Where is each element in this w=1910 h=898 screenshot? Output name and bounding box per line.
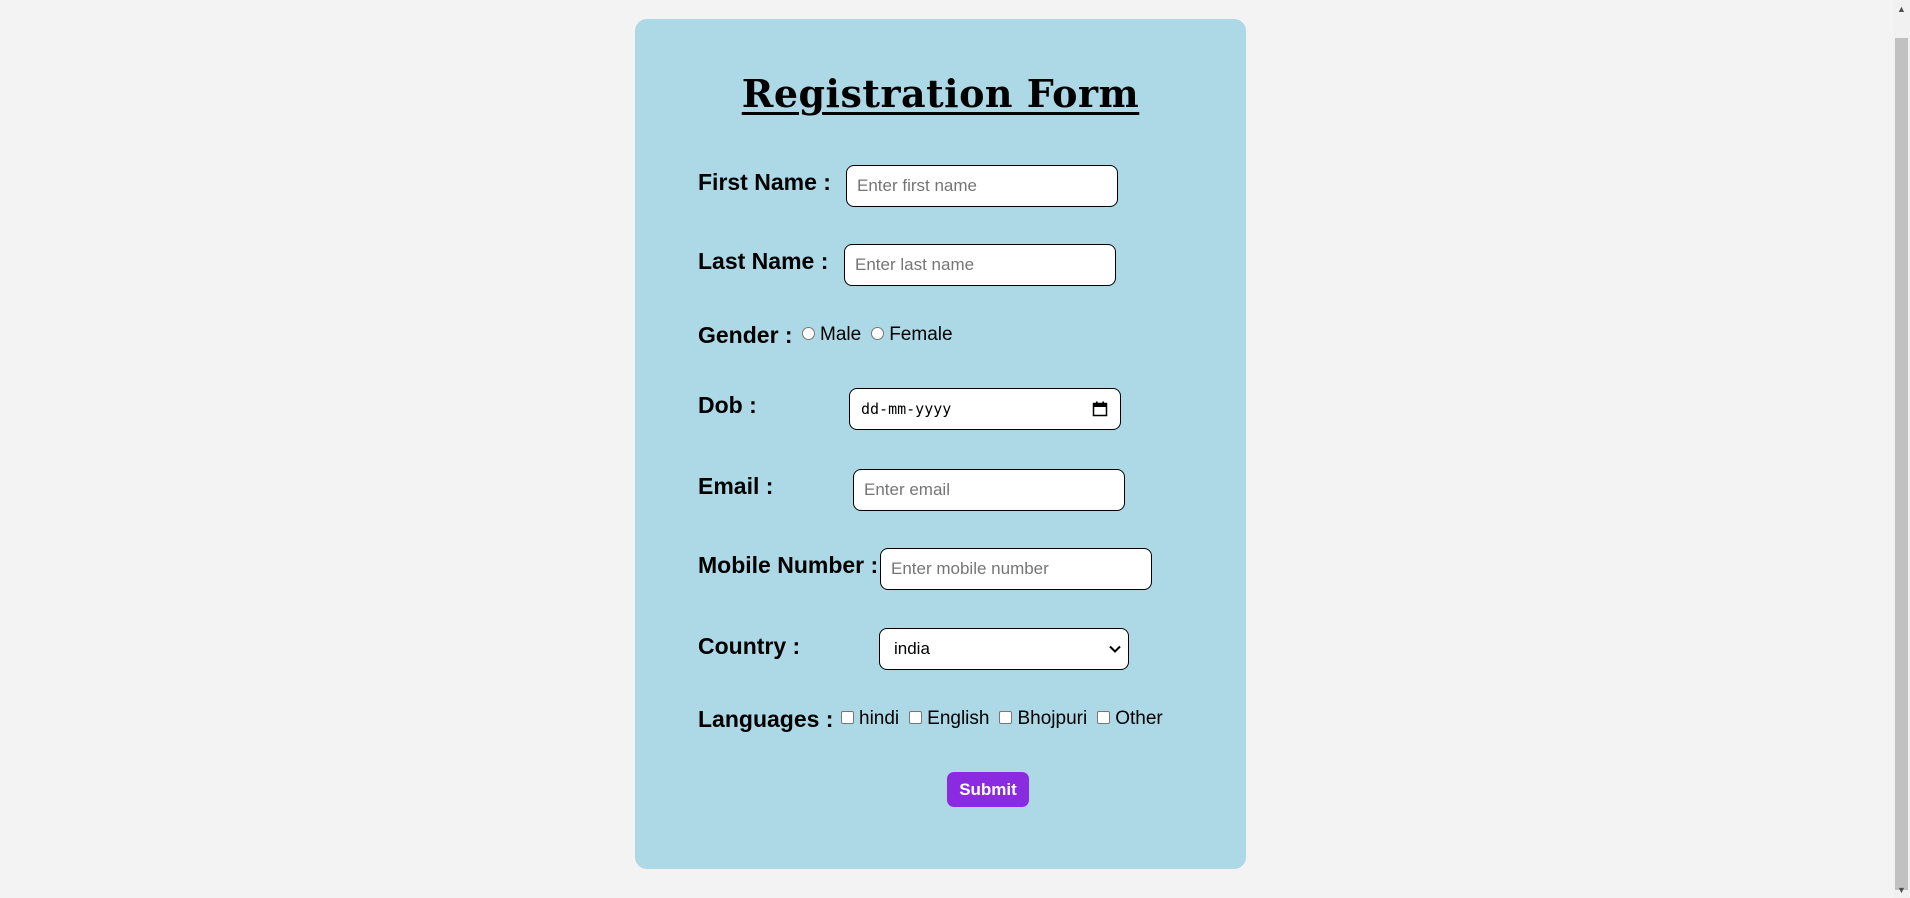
scrollbar-thumb[interactable] (1895, 38, 1908, 890)
country-label: Country : (698, 633, 801, 659)
language-bhojpuri-label: Bhojpuri (1017, 708, 1088, 729)
vertical-scrollbar[interactable]: ▲ ▼ (1893, 0, 1910, 898)
submit-button[interactable]: Submit (947, 772, 1029, 807)
dob-label: Dob : (698, 392, 757, 418)
first-name-label: First Name : (698, 169, 831, 195)
language-hindi-label: hindi (859, 708, 900, 729)
mobile-number-label: Mobile Number : (698, 552, 879, 578)
gender-male-label: Male (820, 324, 862, 345)
dob-date-input[interactable]: dd-mm-yyyy (849, 388, 1121, 430)
country-selected-value: india (894, 639, 930, 658)
language-english-checkbox[interactable] (909, 710, 923, 724)
dob-date-value: dd-mm-yyyy (861, 400, 952, 418)
languages-checkbox-group: hindi English Bhojpuri Other (841, 708, 1173, 730)
language-hindi-checkbox[interactable] (841, 710, 854, 724)
registration-form-card: Registration Form First Name : Last Name… (635, 19, 1246, 869)
mobile-number-input[interactable] (880, 548, 1152, 590)
language-other-checkbox[interactable] (1097, 710, 1111, 724)
language-bhojpuri-checkbox[interactable] (999, 710, 1013, 724)
gender-female-radio[interactable] (871, 326, 885, 340)
language-other-label: Other (1115, 708, 1163, 729)
last-name-input[interactable] (844, 244, 1116, 286)
email-label: Email : (698, 473, 774, 499)
chevron-down-icon (1109, 645, 1121, 653)
gender-radio-group: Male Female (802, 324, 963, 346)
scroll-down-arrow-icon[interactable]: ▼ (1893, 881, 1910, 898)
form-title: Registration Form (741, 71, 1140, 116)
country-select[interactable]: india (879, 628, 1129, 670)
last-name-label: Last Name : (698, 248, 829, 274)
email-input[interactable] (853, 469, 1125, 511)
gender-label: Gender : (698, 322, 793, 348)
first-name-input[interactable] (846, 165, 1118, 207)
gender-female-label: Female (889, 324, 953, 345)
languages-label: Languages : (698, 706, 834, 732)
gender-male-radio[interactable] (802, 326, 815, 340)
language-english-label: English (927, 708, 990, 729)
calendar-icon[interactable] (1092, 401, 1108, 417)
scroll-up-arrow-icon[interactable]: ▲ (1893, 0, 1910, 17)
